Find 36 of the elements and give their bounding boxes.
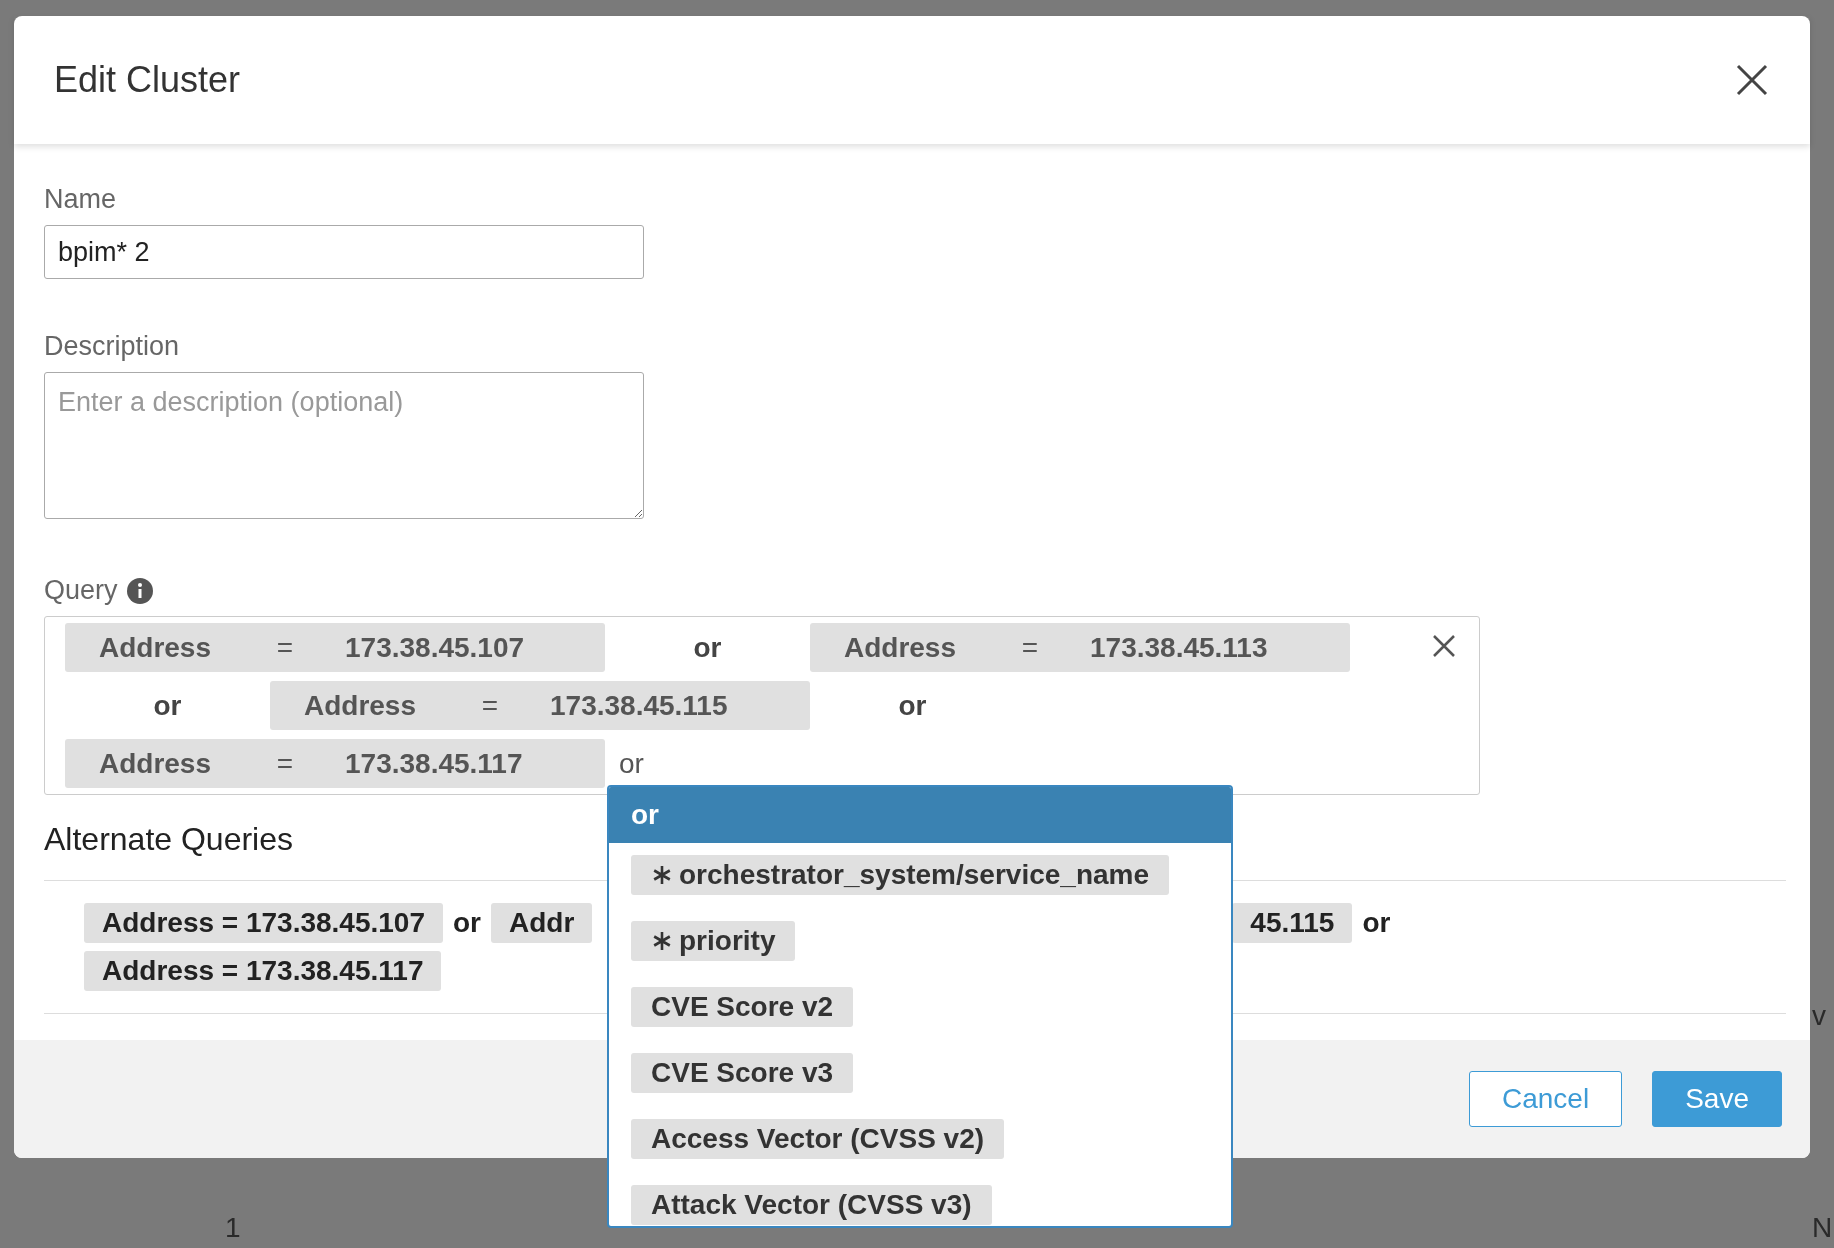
dropdown-item[interactable]: orchestrator_system/service_name [631, 855, 1170, 895]
or-operator: or [1362, 907, 1391, 939]
asterisk-icon [651, 864, 673, 886]
asterisk-icon [651, 930, 673, 952]
query-input-text[interactable]: or [619, 747, 644, 780]
description-label: Description [44, 331, 181, 362]
close-icon [1431, 633, 1457, 659]
dropdown-highlighted-item[interactable]: or [609, 787, 1231, 843]
query-token[interactable]: Address = 173.38.45.115 [270, 681, 810, 730]
query-token[interactable]: Address = 173.38.45.117 [65, 739, 605, 788]
name-input[interactable]: bpim* 2 [44, 225, 644, 279]
query-label: Query [44, 575, 118, 606]
dropdown-item[interactable]: CVE Score v3 [631, 1053, 854, 1093]
or-operator: or [152, 689, 183, 722]
query-token[interactable]: Address = 173.38.45.107 [84, 903, 443, 943]
or-operator: or [453, 907, 481, 939]
dialog-title: Edit Cluster [54, 59, 241, 101]
name-label: Name [44, 184, 118, 215]
query-field[interactable]: Address = 173.38.45.107 or Address = 173.38.45.113 or Address = 173.38.45.115 or Address = 173.38.45.117 or [44, 616, 1480, 795]
background-text: v [1812, 1000, 1826, 1032]
dropdown-item[interactable]: priority [631, 921, 796, 961]
background-text: 1 [225, 1212, 241, 1244]
query-token[interactable]: Address = 173.38.45.117 [84, 951, 442, 991]
query-token[interactable]: Addr [491, 903, 593, 943]
dropdown-item[interactable]: Access Vector (CVSS v2) [631, 1119, 1005, 1159]
dropdown-item[interactable]: Attack Vector (CVSS v3) [631, 1185, 992, 1225]
or-operator: or [692, 631, 723, 664]
query-token[interactable]: Address = 173.38.45.107 [65, 623, 605, 672]
dropdown-item[interactable]: CVE Score v2 [631, 987, 854, 1027]
query-token[interactable]: 45.115 [1232, 903, 1353, 943]
or-operator: or [897, 689, 928, 722]
query-token[interactable]: Address = 173.38.45.113 [810, 623, 1350, 672]
info-icon[interactable] [125, 576, 154, 605]
background-text: N [1812, 1212, 1833, 1244]
description-field[interactable]: Enter a description (optional) [44, 372, 644, 519]
clear-button[interactable] [1431, 633, 1457, 659]
